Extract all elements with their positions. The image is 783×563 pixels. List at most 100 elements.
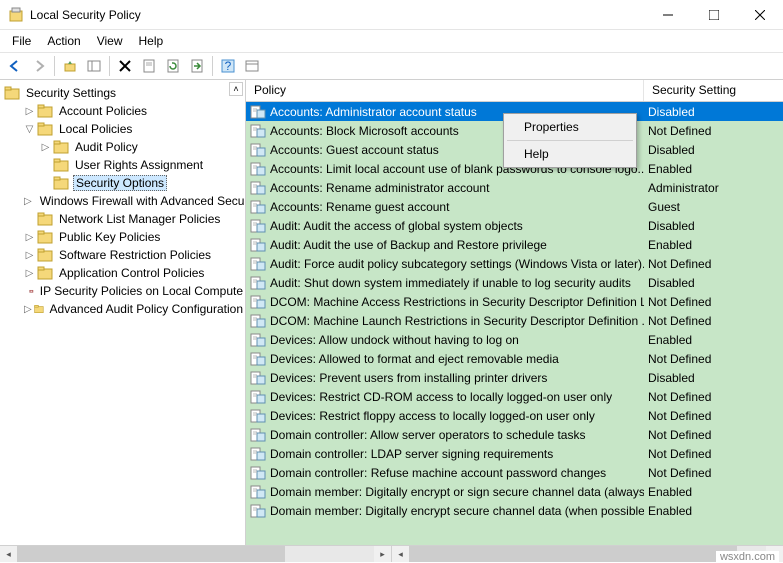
tree-item[interactable]: ▷Public Key Policies (4, 228, 245, 246)
minimize-button[interactable] (645, 0, 691, 30)
maximize-button[interactable] (691, 0, 737, 30)
policy-icon (250, 333, 266, 347)
policy-name: Audit: Shut down system immediately if u… (270, 276, 631, 290)
list-row[interactable]: Devices: Prevent users from installing p… (246, 368, 783, 387)
list-row[interactable]: Accounts: Rename administrator accountAd… (246, 178, 783, 197)
policy-setting: Not Defined (644, 466, 783, 480)
scroll-up-icon[interactable]: ˄ (229, 82, 243, 96)
tree-item[interactable]: ▽Local Policies (4, 120, 245, 138)
list-row[interactable]: Devices: Allowed to format and eject rem… (246, 349, 783, 368)
tree-item[interactable]: User Rights Assignment (4, 156, 245, 174)
tree-item[interactable]: Security Options (4, 174, 245, 192)
toolbar-separator (54, 56, 55, 76)
tree-item[interactable]: ▷Account Policies (4, 102, 245, 120)
forward-button[interactable] (28, 55, 50, 77)
list-row[interactable]: Audit: Audit the access of global system… (246, 216, 783, 235)
options-button[interactable] (241, 55, 263, 77)
scrollbar-track[interactable] (409, 546, 766, 562)
policy-setting: Disabled (644, 143, 783, 157)
expand-icon[interactable]: ▷ (24, 304, 32, 315)
list-row[interactable]: Domain member: Digitally encrypt or sign… (246, 482, 783, 501)
menu-view[interactable]: View (89, 32, 131, 50)
list-row[interactable]: Accounts: Rename guest accountGuest (246, 197, 783, 216)
policy-name: Domain controller: Refuse machine accoun… (270, 466, 606, 480)
expand-icon[interactable]: ▷ (24, 268, 35, 279)
delete-button[interactable] (114, 55, 136, 77)
policy-icon (250, 371, 266, 385)
folder-icon (37, 266, 53, 280)
tree-item[interactable]: ▷Application Control Policies (4, 264, 245, 282)
tree-item[interactable]: IP Security Policies on Local Compute (4, 282, 245, 300)
scrollbar-track[interactable] (17, 546, 374, 562)
list-row[interactable]: Domain controller: Refuse machine accoun… (246, 463, 783, 482)
show-hide-tree-button[interactable] (83, 55, 105, 77)
expand-icon[interactable]: ▷ (24, 106, 35, 117)
expand-icon[interactable]: ▷ (24, 232, 35, 243)
tree-scrollbar[interactable]: ◂ ▸ (0, 546, 392, 562)
list-row[interactable]: Devices: Restrict CD-ROM access to local… (246, 387, 783, 406)
list-row[interactable]: Audit: Shut down system immediately if u… (246, 273, 783, 292)
refresh-button[interactable] (162, 55, 184, 77)
expand-icon[interactable]: ▷ (24, 196, 32, 207)
column-header-policy[interactable]: Policy (246, 80, 644, 101)
toolbar: ? (0, 52, 783, 80)
policy-icon (250, 257, 266, 271)
tree-item[interactable]: Network List Manager Policies (4, 210, 245, 228)
list-row[interactable]: Audit: Force audit policy subcategory se… (246, 254, 783, 273)
expand-icon[interactable]: ▽ (24, 124, 35, 135)
tree-pane[interactable]: ˄ Security Settings ▷Account Policies▽Lo… (0, 80, 246, 545)
folder-icon (53, 140, 69, 154)
export-button[interactable] (186, 55, 208, 77)
scroll-left-icon[interactable]: ◂ (392, 546, 409, 562)
policy-setting: Enabled (644, 238, 783, 252)
policy-icon (250, 504, 266, 518)
tree-item[interactable]: ▷ Windows Firewall with Advanced Secu (4, 192, 245, 210)
policy-setting: Not Defined (644, 447, 783, 461)
tree-item[interactable]: ▷Advanced Audit Policy Configuration (4, 300, 245, 318)
context-menu-help[interactable]: Help (506, 143, 634, 165)
close-button[interactable] (737, 0, 783, 30)
list-body[interactable]: Accounts: Administrator account statusDi… (246, 102, 783, 545)
up-button[interactable] (59, 55, 81, 77)
folder-icon (37, 104, 53, 118)
policy-name: Audit: Audit the use of Backup and Resto… (270, 238, 547, 252)
list-row[interactable]: Devices: Allow undock without having to … (246, 330, 783, 349)
policy-icon (250, 238, 266, 252)
policy-name: DCOM: Machine Launch Restrictions in Sec… (270, 314, 644, 328)
policy-icon (250, 200, 266, 214)
back-button[interactable] (4, 55, 26, 77)
policy-name: Devices: Restrict CD-ROM access to local… (270, 390, 612, 404)
scrollbar-thumb[interactable] (409, 546, 737, 562)
context-menu-properties[interactable]: Properties (506, 116, 634, 138)
properties-button[interactable] (138, 55, 160, 77)
list-row[interactable]: DCOM: Machine Launch Restrictions in Sec… (246, 311, 783, 330)
expand-icon[interactable]: ▷ (24, 250, 35, 261)
list-row[interactable]: Devices: Restrict floppy access to local… (246, 406, 783, 425)
policy-icon (250, 428, 266, 442)
scroll-right-icon[interactable]: ▸ (374, 546, 391, 562)
policy-name: Domain controller: LDAP server signing r… (270, 447, 553, 461)
policy-name: Audit: Audit the access of global system… (270, 219, 523, 233)
list-row[interactable]: Domain controller: Allow server operator… (246, 425, 783, 444)
list-row[interactable]: Domain controller: LDAP server signing r… (246, 444, 783, 463)
menu-help[interactable]: Help (131, 32, 172, 50)
list-row[interactable]: Domain member: Digitally encrypt secure … (246, 501, 783, 520)
scroll-left-icon[interactable]: ◂ (0, 546, 17, 562)
policy-setting: Disabled (644, 276, 783, 290)
list-row[interactable]: DCOM: Machine Access Restrictions in Sec… (246, 292, 783, 311)
policy-name: Accounts: Guest account status (270, 143, 439, 157)
window-title: Local Security Policy (30, 8, 645, 22)
scrollbar-thumb[interactable] (17, 546, 285, 562)
policy-icon (250, 314, 266, 328)
list-row[interactable]: Audit: Audit the use of Backup and Resto… (246, 235, 783, 254)
tree-item-label: Windows Firewall with Advanced Secu (38, 194, 246, 208)
column-header-setting[interactable]: Security Setting (644, 80, 783, 101)
help-button[interactable]: ? (217, 55, 239, 77)
toolbar-separator (212, 56, 213, 76)
menu-file[interactable]: File (4, 32, 39, 50)
expand-icon[interactable]: ▷ (40, 142, 51, 153)
tree-item[interactable]: ▷Audit Policy (4, 138, 245, 156)
tree-root[interactable]: Security Settings (4, 84, 245, 102)
tree-item[interactable]: ▷Software Restriction Policies (4, 246, 245, 264)
menu-action[interactable]: Action (39, 32, 88, 50)
